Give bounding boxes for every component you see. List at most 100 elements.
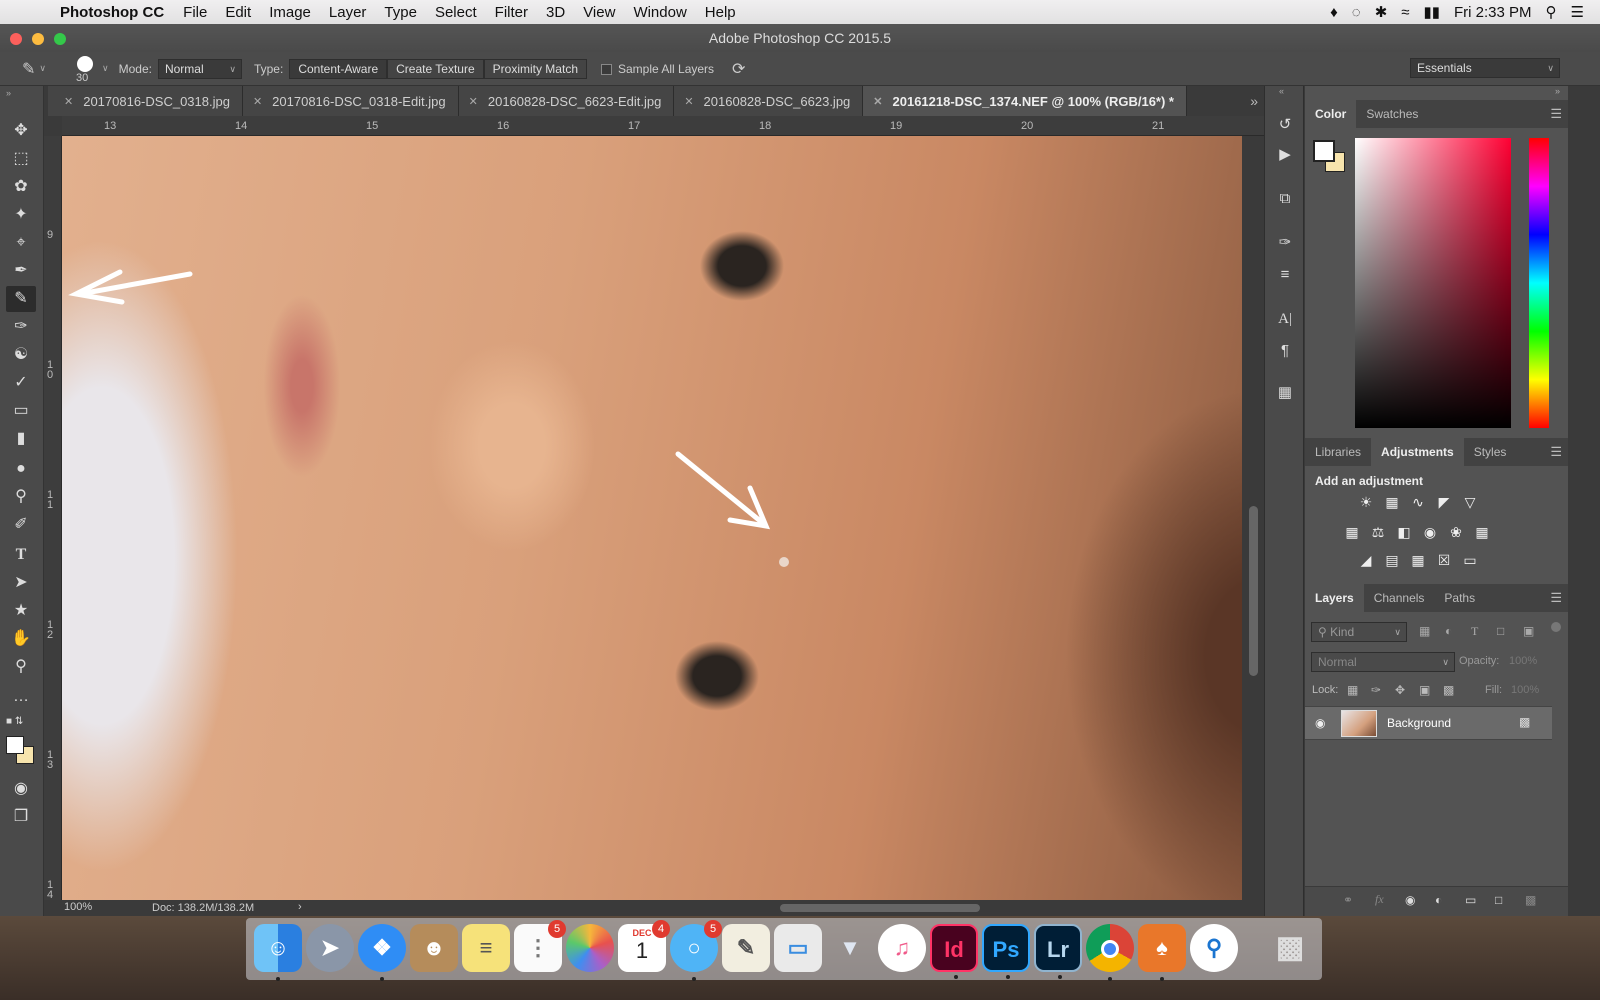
healing-brush-icon[interactable]: ✎ (22, 59, 35, 79)
screen-mode-icon[interactable]: ❐ (6, 804, 36, 830)
eraser-tool-icon[interactable]: ▭ (6, 398, 36, 424)
levels-icon[interactable]: ▦ (1383, 494, 1401, 510)
crop-tool-icon[interactable]: ⌖ (6, 230, 36, 256)
type-tool-icon[interactable]: T (6, 542, 36, 568)
chrome-icon[interactable] (1086, 924, 1134, 981)
menu-layer[interactable]: Layer (320, 4, 376, 21)
curves-icon[interactable]: ∿ (1409, 494, 1427, 510)
pen-tool-icon[interactable]: ✐ (6, 512, 36, 538)
black-white-icon[interactable]: ◧ (1395, 524, 1413, 540)
minimize-window-button[interactable] (32, 33, 44, 45)
app-menu[interactable]: Photoshop CC (50, 4, 174, 21)
tab-libraries[interactable]: Libraries (1305, 438, 1371, 466)
spot-healing-brush-tool-icon[interactable]: ✎ (6, 286, 36, 312)
chevron-down-icon[interactable]: ∨ (39, 63, 46, 74)
pixel-filter-icon[interactable]: ▦ (1419, 624, 1430, 638)
selective-color-icon[interactable]: ☒ (1435, 552, 1453, 568)
bluetooth-icon[interactable]: ✱ (1375, 3, 1388, 21)
close-icon[interactable]: ✕ (684, 95, 693, 108)
document-tab[interactable]: ✕ 20170816-DSC_0318.jpg (48, 86, 243, 116)
chevron-down-icon[interactable]: ∨ (102, 63, 109, 74)
history-panel-icon[interactable]: ↺ (1273, 114, 1297, 136)
menu-view[interactable]: View (574, 4, 624, 21)
battery-icon[interactable]: ▮▮ (1424, 3, 1441, 21)
layer-row[interactable]: ◉ Background ▩ (1305, 706, 1552, 740)
color-lookup-icon[interactable]: ▦ (1473, 524, 1491, 540)
lock-transparent-icon[interactable]: ▦ (1347, 683, 1358, 697)
document-tab[interactable]: ✕ 20160828-DSC_6623.jpg (674, 86, 864, 116)
scrollbar-thumb[interactable] (1249, 506, 1258, 676)
image-canvas[interactable] (62, 136, 1242, 900)
posterize-icon[interactable]: ▤ (1383, 552, 1401, 568)
adjustment-filter-icon[interactable]: ◐ (1445, 624, 1452, 638)
close-icon[interactable]: ✕ (253, 95, 262, 108)
content-aware-button[interactable]: Content-Aware (289, 58, 388, 79)
menu-help[interactable]: Help (696, 4, 745, 21)
foreground-color-swatch[interactable] (6, 736, 24, 754)
keynote-icon[interactable]: ▼ (826, 924, 874, 972)
filter-toggle[interactable] (1551, 622, 1561, 632)
photo-filter-icon[interactable]: ◉ (1421, 524, 1439, 540)
history-brush-tool-icon[interactable]: ✓ (6, 370, 36, 396)
tab-layers[interactable]: Layers (1305, 584, 1364, 612)
gradient-tool-icon[interactable]: ▮ (6, 426, 36, 452)
new-layer-icon[interactable]: □ (1495, 893, 1502, 907)
search-icon[interactable]: ⚲ (1546, 3, 1557, 21)
mode-select[interactable]: Normal ∨ (157, 58, 242, 79)
doc-size[interactable]: Doc: 138.2M/138.2M (152, 902, 254, 914)
quick-select-tool-icon[interactable]: ✦ (6, 202, 36, 228)
tab-channels[interactable]: Channels (1364, 584, 1435, 612)
hue-slider[interactable] (1529, 138, 1549, 428)
reminders-icon[interactable]: ⋮ 5 (514, 920, 566, 972)
messages-icon[interactable]: ○ 5 (670, 920, 722, 981)
hue-saturation-icon[interactable]: ▦ (1343, 524, 1361, 540)
vertical-scrollbar[interactable] (1244, 136, 1264, 900)
vibrance-icon[interactable]: ▽ (1461, 494, 1479, 510)
close-icon[interactable]: ✕ (873, 95, 882, 108)
tab-color[interactable]: Color (1305, 100, 1357, 128)
paragraph-panel-icon[interactable]: ¶ (1273, 340, 1297, 362)
type-filter-icon[interactable]: T (1471, 624, 1478, 639)
link-layers-icon[interactable]: ⚭ (1343, 893, 1353, 907)
menu-filter[interactable]: Filter (486, 4, 537, 21)
threshold-icon[interactable]: ▦ (1409, 552, 1427, 568)
zoom-level[interactable]: 100% (64, 901, 92, 913)
close-icon[interactable]: ✕ (469, 95, 478, 108)
lock-artboard-icon[interactable]: ▣ (1419, 683, 1430, 697)
quick-mask-icon[interactable]: ◉ (6, 776, 36, 802)
tab-adjustments[interactable]: Adjustments (1371, 438, 1464, 466)
document-tab[interactable]: ✕ 20160828-DSC_6623-Edit.jpg (458, 86, 675, 116)
chevron-right-icon[interactable]: › (298, 901, 302, 913)
menu-image[interactable]: Image (260, 4, 320, 21)
launchpad-icon[interactable]: ➤ (306, 924, 354, 972)
marquee-tool-icon[interactable]: ⬚ (6, 146, 36, 172)
trash-icon[interactable]: ▩ (1266, 924, 1314, 972)
channel-mixer-icon[interactable]: ❀ (1447, 524, 1465, 540)
finder-icon[interactable]: ☺ (254, 924, 302, 981)
panel-menu-icon[interactable]: ☰ (1550, 590, 1562, 606)
layer-filter-select[interactable]: ⚲ Kind ∨ (1311, 622, 1407, 642)
brush-presets-icon[interactable]: ≡ (1273, 264, 1297, 286)
calendar-icon[interactable]: DEC 1 4 (618, 920, 670, 972)
blend-mode-select[interactable]: Normal ∨ (1311, 652, 1455, 672)
document-tab[interactable]: ✕ 20170816-DSC_0318-Edit.jpg (242, 86, 459, 116)
creative-cloud-icon[interactable]: ◌ (1352, 4, 1361, 21)
pages-icon[interactable]: ✎ (722, 924, 770, 972)
lock-all-icon[interactable]: ▩ (1443, 683, 1454, 697)
list-icon[interactable]: ☰ (1571, 3, 1584, 21)
opacity-field[interactable]: 100% (1509, 655, 1537, 667)
zoom-window-button[interactable] (54, 33, 66, 45)
lasso-tool-icon[interactable]: ✿ (6, 174, 36, 200)
3d-panel-icon[interactable]: ▦ (1273, 382, 1297, 404)
panel-menu-icon[interactable]: ☰ (1550, 106, 1562, 122)
new-adjustment-layer-icon[interactable]: ◐ (1435, 893, 1442, 907)
menu-3d[interactable]: 3D (537, 4, 574, 21)
shape-tool-icon[interactable]: ★ (6, 598, 36, 624)
hand-tool-icon[interactable]: ✋ (6, 626, 36, 652)
proximity-match-button[interactable]: Proximity Match (483, 58, 587, 79)
document-tab-active[interactable]: ✕ 20161218-DSC_1374.NEF @ 100% (RGB/16*) … (863, 86, 1187, 116)
blur-tool-icon[interactable]: ● (6, 456, 36, 482)
contacts-icon[interactable]: ☻ (410, 924, 458, 972)
color-balance-icon[interactable]: ⚖ (1369, 524, 1387, 540)
clock[interactable]: Fri 2:33 PM (1454, 4, 1532, 21)
